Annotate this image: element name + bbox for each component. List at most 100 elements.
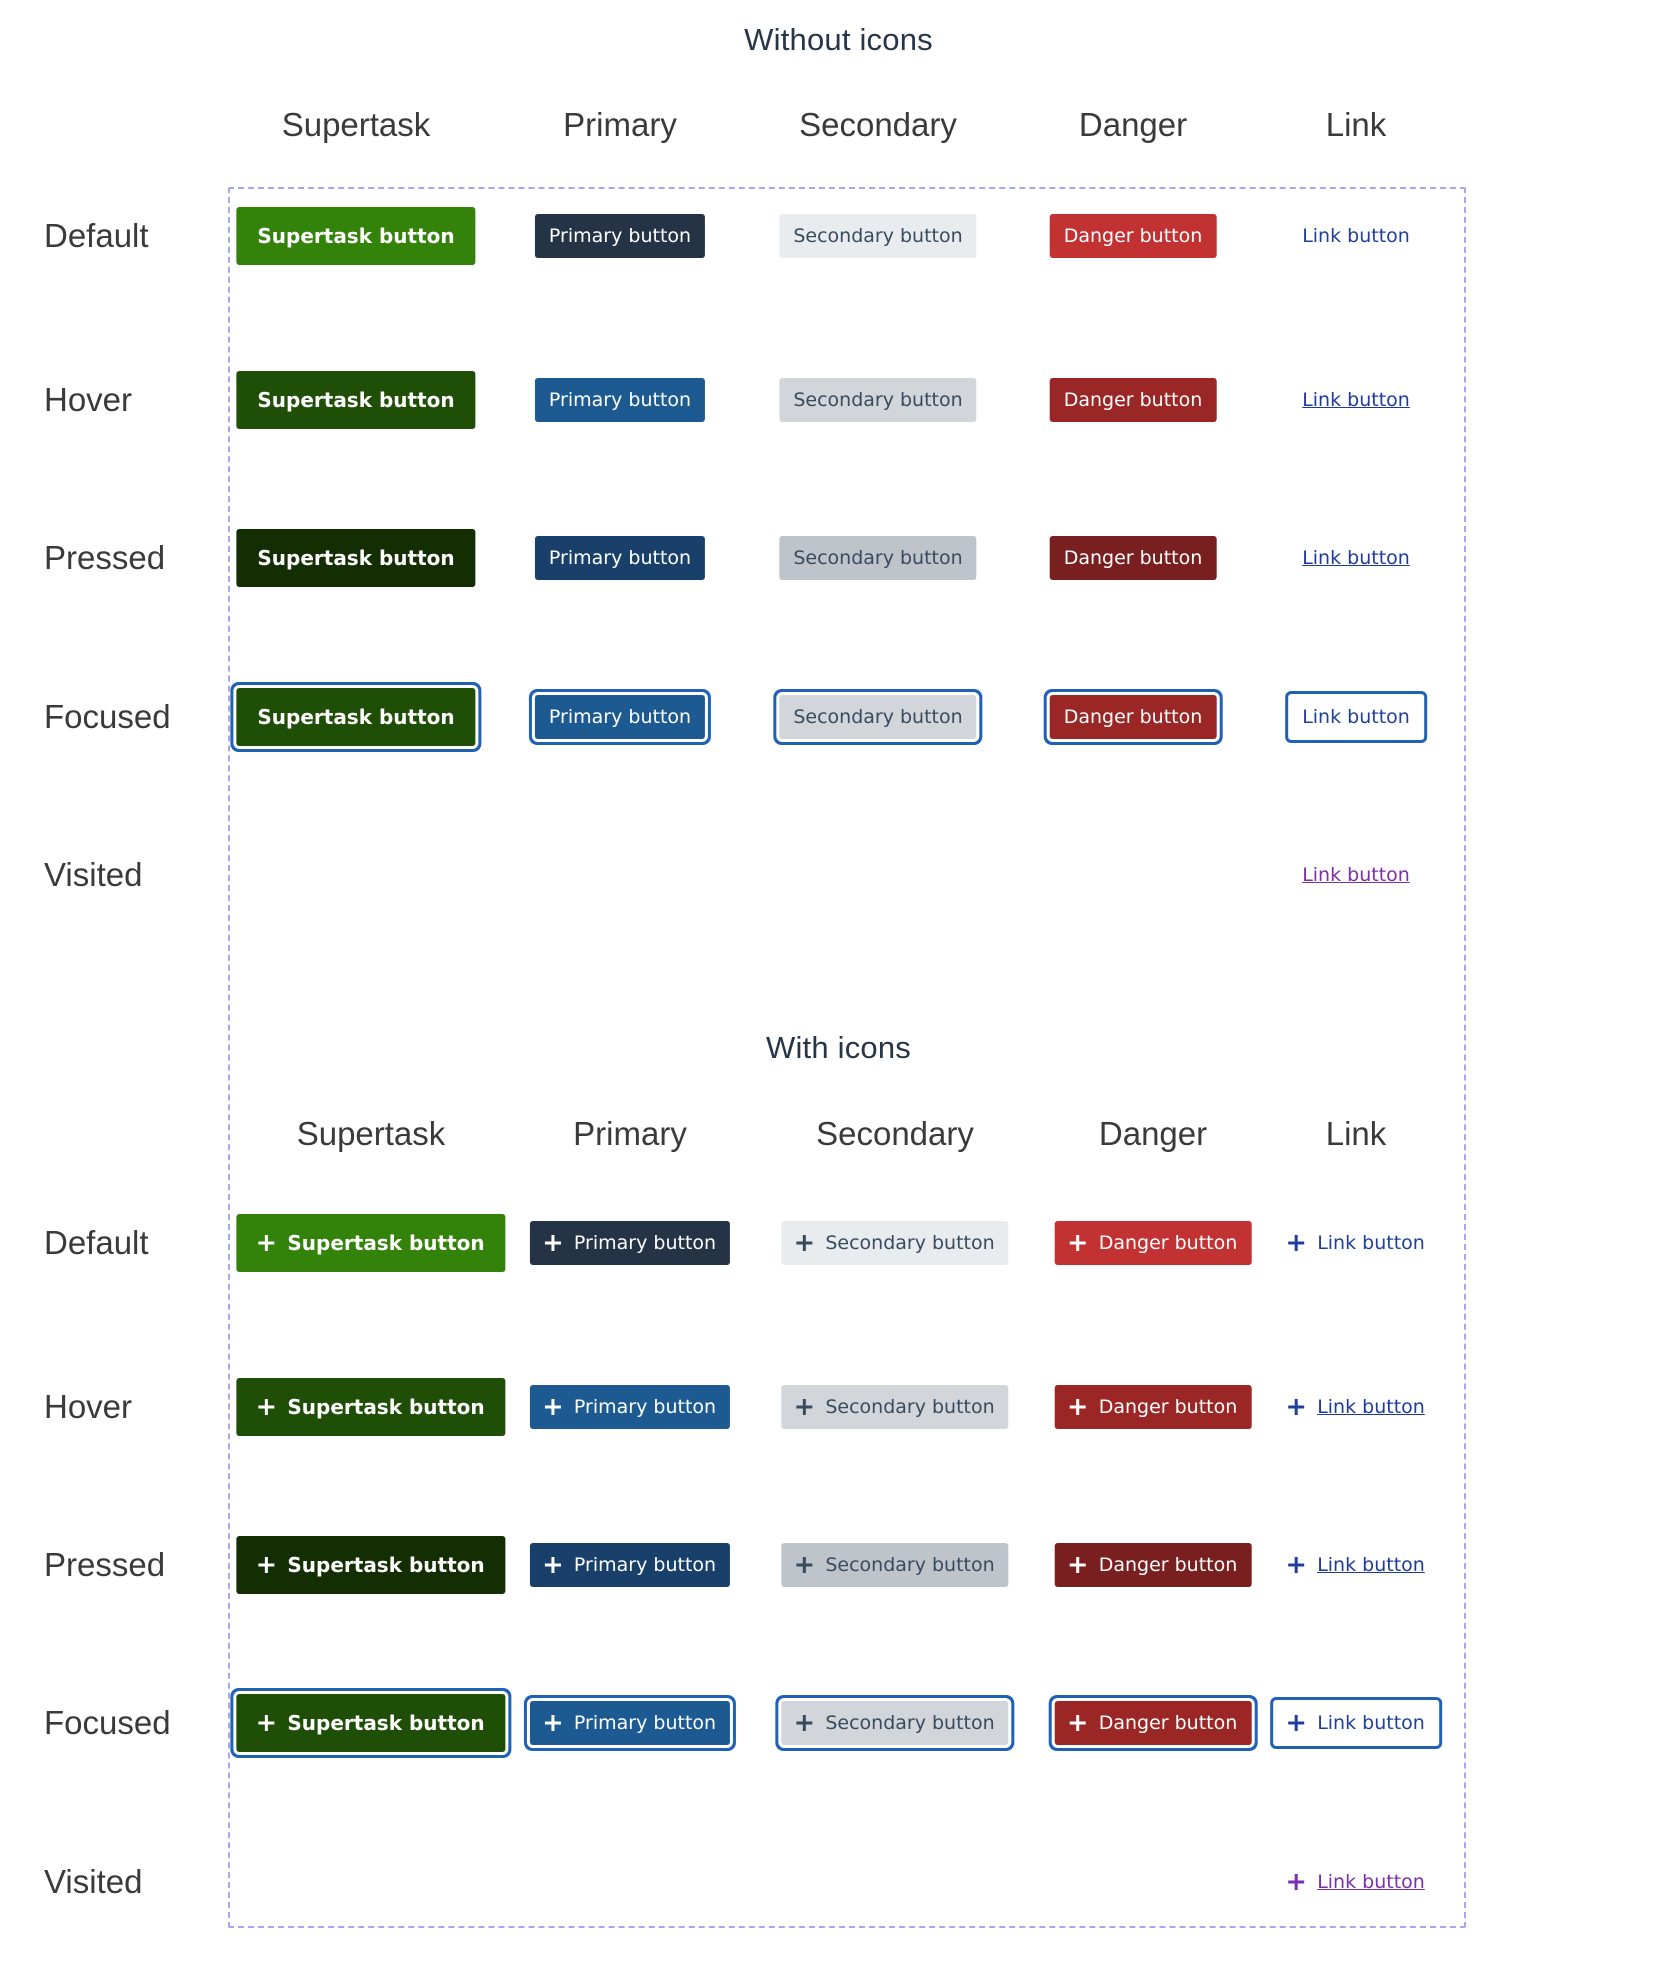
- danger-button-label: Danger button: [1098, 1396, 1238, 1418]
- primary-button-label: Primary button: [548, 706, 692, 728]
- row-label-default: Default: [44, 1224, 149, 1261]
- column-header-secondary: Secondary: [799, 106, 957, 143]
- plus-icon: [544, 1556, 562, 1574]
- link-button-label: Link button: [1317, 1396, 1425, 1418]
- supertask-button-default-with-icon[interactable]: Supertask button: [236, 1214, 506, 1272]
- danger-button-pressed[interactable]: Danger button: [1049, 536, 1217, 580]
- supertask-button-label: Supertask button: [257, 546, 455, 570]
- supertask-button-focused-with-icon[interactable]: Supertask button: [236, 1694, 506, 1752]
- plus-icon: [795, 1398, 813, 1416]
- secondary-button-default-with-icon[interactable]: Secondary button: [781, 1221, 1009, 1265]
- primary-button-pressed[interactable]: Primary button: [534, 536, 706, 580]
- primary-button-focused-with-icon[interactable]: Primary button: [529, 1701, 731, 1745]
- secondary-button-default[interactable]: Secondary button: [779, 214, 977, 258]
- primary-button-hover-with-icon[interactable]: Primary button: [529, 1385, 731, 1429]
- row-label-visited: Visited: [44, 1863, 143, 1900]
- supertask-button-label: Supertask button: [257, 224, 455, 248]
- secondary-button-label: Secondary button: [825, 1232, 995, 1254]
- danger-button-pressed-with-icon[interactable]: Danger button: [1054, 1543, 1252, 1587]
- danger-button-hover[interactable]: Danger button: [1049, 378, 1217, 422]
- danger-button-default-with-icon[interactable]: Danger button: [1054, 1221, 1252, 1265]
- row-label-default: Default: [44, 217, 149, 254]
- supertask-button-focused[interactable]: Supertask button: [236, 688, 476, 746]
- supertask-button-pressed-with-icon[interactable]: Supertask button: [236, 1536, 506, 1594]
- plus-icon: [544, 1234, 562, 1252]
- link-button-label: Link button: [1302, 706, 1410, 728]
- link-button-label: Link button: [1317, 1871, 1425, 1893]
- secondary-button-pressed[interactable]: Secondary button: [779, 536, 977, 580]
- secondary-button-label: Secondary button: [825, 1396, 995, 1418]
- link-button-focused-with-icon[interactable]: Link button: [1270, 1697, 1442, 1749]
- danger-button-label: Danger button: [1098, 1712, 1238, 1734]
- primary-button-label: Primary button: [548, 547, 692, 569]
- link-button-label: Link button: [1302, 225, 1410, 247]
- link-button-hover[interactable]: Link button: [1288, 378, 1424, 422]
- row-label-hover: Hover: [44, 1388, 133, 1425]
- danger-button-focused-with-icon[interactable]: Danger button: [1054, 1701, 1252, 1745]
- plus-icon: [795, 1234, 813, 1252]
- row-label-focused: Focused: [44, 1704, 171, 1741]
- secondary-button-pressed-with-icon[interactable]: Secondary button: [781, 1543, 1009, 1587]
- plus-icon: [1069, 1398, 1087, 1416]
- primary-button-default[interactable]: Primary button: [534, 214, 706, 258]
- primary-button-default-with-icon[interactable]: Primary button: [529, 1221, 731, 1265]
- plus-icon: [1069, 1714, 1087, 1732]
- plus-icon: [1287, 1556, 1305, 1574]
- plus-icon: [544, 1398, 562, 1416]
- plus-icon: [1287, 1234, 1305, 1252]
- supertask-button-hover[interactable]: Supertask button: [236, 371, 476, 429]
- plus-icon: [1287, 1398, 1305, 1416]
- link-button-pressed-with-icon[interactable]: Link button: [1273, 1543, 1439, 1587]
- secondary-button-label: Secondary button: [793, 706, 963, 728]
- section-title-without-icons: Without icons: [744, 22, 933, 57]
- link-button-default[interactable]: Link button: [1288, 214, 1424, 258]
- secondary-button-label: Secondary button: [825, 1554, 995, 1576]
- primary-button-focused[interactable]: Primary button: [534, 695, 706, 739]
- plus-icon: [544, 1714, 562, 1732]
- link-button-label: Link button: [1302, 547, 1410, 569]
- secondary-button-hover-with-icon[interactable]: Secondary button: [781, 1385, 1009, 1429]
- supertask-button-pressed[interactable]: Supertask button: [236, 529, 476, 587]
- secondary-button-label: Secondary button: [793, 225, 963, 247]
- supertask-button-default[interactable]: Supertask button: [236, 207, 476, 265]
- link-button-hover-with-icon[interactable]: Link button: [1273, 1385, 1439, 1429]
- secondary-button-focused[interactable]: Secondary button: [779, 695, 977, 739]
- column-header-link: Link: [1325, 1115, 1387, 1152]
- danger-button-default[interactable]: Danger button: [1049, 214, 1217, 258]
- danger-button-label: Danger button: [1063, 547, 1203, 569]
- link-button-focused[interactable]: Link button: [1285, 691, 1427, 743]
- link-button-visited[interactable]: Link button: [1288, 853, 1424, 897]
- primary-button-label: Primary button: [573, 1396, 717, 1418]
- row-label-pressed: Pressed: [44, 539, 166, 576]
- plus-icon: [257, 1234, 275, 1252]
- danger-button-hover-with-icon[interactable]: Danger button: [1054, 1385, 1252, 1429]
- secondary-button-focused-with-icon[interactable]: Secondary button: [781, 1701, 1009, 1745]
- row-label-visited: Visited: [44, 856, 143, 893]
- primary-button-hover[interactable]: Primary button: [534, 378, 706, 422]
- column-header-link: Link: [1325, 106, 1387, 143]
- secondary-button-label: Secondary button: [793, 547, 963, 569]
- section-title-with-icons: With icons: [766, 1030, 911, 1065]
- primary-button-label: Primary button: [548, 389, 692, 411]
- primary-button-label: Primary button: [573, 1712, 717, 1734]
- primary-button-label: Primary button: [573, 1232, 717, 1254]
- danger-button-focused[interactable]: Danger button: [1049, 695, 1217, 739]
- danger-button-label: Danger button: [1098, 1554, 1238, 1576]
- supertask-button-label: Supertask button: [287, 1711, 485, 1735]
- column-header-secondary: Secondary: [816, 1115, 974, 1152]
- supertask-button-hover-with-icon[interactable]: Supertask button: [236, 1378, 506, 1436]
- row-label-focused: Focused: [44, 698, 171, 735]
- column-header-primary: Primary: [563, 106, 677, 143]
- column-header-danger: Danger: [1078, 106, 1188, 143]
- link-button-pressed[interactable]: Link button: [1288, 536, 1424, 580]
- secondary-button-hover[interactable]: Secondary button: [779, 378, 977, 422]
- plus-icon: [1069, 1234, 1087, 1252]
- column-header-supertask: Supertask: [281, 106, 431, 143]
- column-header-danger: Danger: [1098, 1115, 1208, 1152]
- link-button-visited-with-icon[interactable]: Link button: [1273, 1860, 1439, 1904]
- supertask-button-label: Supertask button: [287, 1553, 485, 1577]
- primary-button-pressed-with-icon[interactable]: Primary button: [529, 1543, 731, 1587]
- link-button-label: Link button: [1302, 389, 1410, 411]
- row-label-hover: Hover: [44, 381, 133, 418]
- link-button-default-with-icon[interactable]: Link button: [1273, 1221, 1439, 1265]
